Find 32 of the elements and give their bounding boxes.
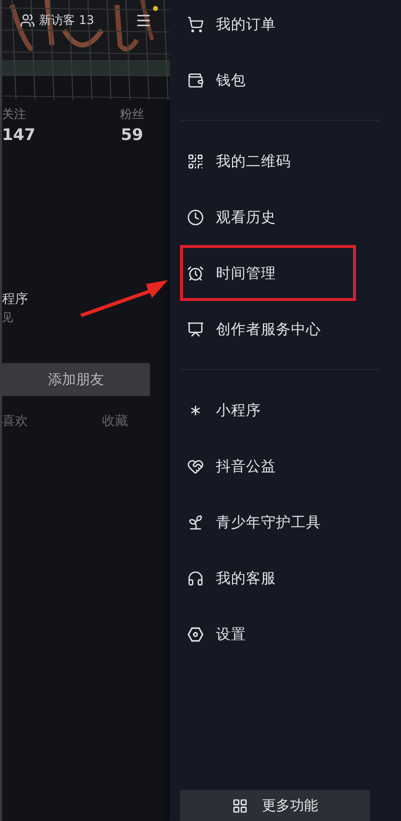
sprout-icon	[187, 514, 204, 530]
stat-label: 关注	[2, 106, 26, 123]
grid-icon	[232, 798, 248, 814]
headset-icon	[187, 570, 204, 586]
menu-item[interactable]: 观看历史	[180, 189, 356, 245]
stat-label: 粉丝	[120, 106, 144, 123]
menu-item[interactable]: 设置	[180, 606, 356, 662]
menu-item[interactable]: 抖音公益	[180, 438, 356, 494]
mini-program-subtitle: 见	[2, 310, 14, 325]
menu-item[interactable]: 我的订单	[180, 0, 356, 52]
stat-value: 147	[2, 125, 36, 144]
chart-screen-icon	[187, 320, 204, 338]
add-friend-button[interactable]: 添加朋友	[2, 363, 150, 396]
settings-icon	[187, 626, 204, 642]
menu-item[interactable]: 小程序	[180, 382, 356, 438]
menu-item[interactable]: 我的二维码	[180, 133, 356, 189]
cart-icon	[187, 16, 204, 32]
alarm-clock-icon	[187, 264, 204, 282]
wallet-icon	[187, 72, 204, 88]
menu-item[interactable]: 青少年守护工具	[180, 494, 356, 550]
menu-item[interactable]: 时间管理	[180, 245, 356, 301]
more-features-button[interactable]: 更多功能	[180, 790, 370, 821]
menu-item[interactable]: 创作者服务中心	[180, 301, 356, 357]
qr-code-icon	[187, 152, 204, 170]
mini-program-title: 程序	[2, 291, 29, 308]
menu-item[interactable]: 钱包	[180, 52, 356, 108]
stat-value: 59	[120, 125, 144, 144]
menu-item[interactable]: 我的客服	[180, 550, 356, 606]
people-icon	[20, 12, 35, 28]
clock-icon	[187, 208, 204, 226]
heart-hand-icon	[187, 458, 204, 474]
visitors-label[interactable]: 新访客 13	[20, 12, 94, 28]
